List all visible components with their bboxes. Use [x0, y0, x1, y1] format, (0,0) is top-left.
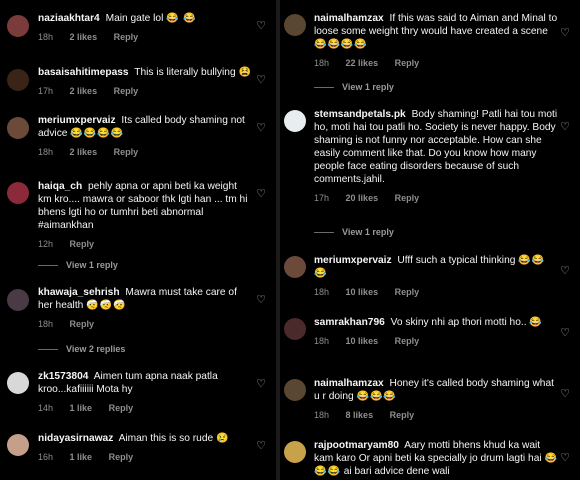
- comment-likes[interactable]: 2 likes: [70, 32, 98, 42]
- view-replies-link[interactable]: View 2 replies: [38, 344, 125, 354]
- comment-time: 18h: [38, 147, 54, 157]
- reply-button[interactable]: Reply: [109, 452, 134, 462]
- heart-icon[interactable]: ♡: [256, 73, 266, 86]
- comment-time: 18h: [38, 319, 54, 329]
- comment-emoji: 😂 😂: [166, 13, 197, 24]
- comment-username[interactable]: meriumxpervaiz: [38, 115, 116, 126]
- comment-likes[interactable]: 1 like: [70, 403, 93, 413]
- comment-likes[interactable]: 1 like: [70, 452, 93, 462]
- reply-button[interactable]: Reply: [70, 239, 95, 249]
- comment-likes[interactable]: 2 likes: [70, 86, 98, 96]
- comment-time: 18h: [314, 336, 330, 346]
- reply-button[interactable]: Reply: [109, 403, 134, 413]
- heart-icon[interactable]: ♡: [256, 293, 266, 306]
- avatar[interactable]: [7, 15, 29, 37]
- comment-emoji: 😂😂😂: [356, 391, 397, 402]
- comment-username[interactable]: zk1573804: [38, 371, 88, 382]
- comment-text: This is literally bullying: [134, 67, 236, 78]
- comment-time: 14h: [38, 403, 54, 413]
- view-replies-link[interactable]: View 1 reply: [314, 227, 394, 237]
- comment-text: Body shaming! Patli hai tou moti ho, mot…: [314, 109, 558, 185]
- heart-icon[interactable]: ♡: [256, 121, 266, 134]
- comment-username[interactable]: haiqa_ch: [38, 181, 82, 192]
- replies-divider-line: [38, 265, 58, 267]
- comment-likes[interactable]: 8 likes: [346, 410, 374, 420]
- comment-text: Ufff such a typical thinking: [397, 255, 516, 266]
- comment-username[interactable]: naziaakhtar4: [38, 13, 100, 24]
- reply-button[interactable]: Reply: [395, 193, 420, 203]
- comment-time: 16h: [38, 452, 54, 462]
- avatar[interactable]: [7, 182, 29, 204]
- avatar[interactable]: [284, 256, 306, 278]
- reply-button[interactable]: Reply: [390, 410, 415, 420]
- comment-username[interactable]: rajpootmaryam80: [314, 440, 399, 451]
- replies-divider-line: [314, 87, 334, 89]
- reply-button[interactable]: Reply: [114, 32, 139, 42]
- comment-time: 17h: [314, 193, 330, 203]
- comment-time: 18h: [314, 58, 330, 68]
- avatar[interactable]: [7, 69, 29, 91]
- comment-emoji: 😂😂😂😂: [314, 39, 368, 50]
- comment-time: 12h: [38, 239, 54, 249]
- comment-username[interactable]: naimalhamzax: [314, 13, 384, 24]
- avatar[interactable]: [7, 434, 29, 456]
- avatar[interactable]: [7, 117, 29, 139]
- comment-username[interactable]: khawaja_sehrish: [38, 287, 120, 298]
- comment-time: 18h: [38, 32, 54, 42]
- avatar[interactable]: [284, 110, 306, 132]
- comment-emoji: 😫: [238, 67, 252, 78]
- heart-icon[interactable]: ♡: [560, 264, 570, 277]
- avatar[interactable]: [284, 318, 306, 340]
- comment-text: Vo skiny nhi ap thori motti ho..: [390, 317, 527, 328]
- heart-icon[interactable]: ♡: [560, 326, 570, 339]
- reply-button[interactable]: Reply: [114, 147, 139, 157]
- heart-icon[interactable]: ♡: [560, 387, 570, 400]
- reply-button[interactable]: Reply: [395, 287, 420, 297]
- comment-likes[interactable]: 10 likes: [346, 287, 379, 297]
- replies-divider-line: [314, 232, 334, 234]
- comment-time: 18h: [314, 410, 330, 420]
- heart-icon[interactable]: ♡: [256, 377, 266, 390]
- comment-text: Aiman this is so rude: [118, 433, 214, 444]
- comment-text: Main gate lol: [105, 13, 164, 24]
- comment-username[interactable]: meriumxpervaiz: [314, 255, 392, 266]
- comment-emoji: 🤕🤕🤕: [86, 300, 127, 311]
- comment-likes[interactable]: 20 likes: [346, 193, 379, 203]
- comment-text-continued: ai bari advice dene wali: [343, 466, 450, 477]
- avatar[interactable]: [284, 441, 306, 463]
- reply-button[interactable]: Reply: [70, 319, 95, 329]
- avatar[interactable]: [284, 379, 306, 401]
- replies-divider-line: [38, 349, 58, 351]
- comment-time: 17h: [38, 86, 54, 96]
- reply-button[interactable]: Reply: [114, 86, 139, 96]
- comment-username[interactable]: naimalhamzax: [314, 378, 384, 389]
- comment-username[interactable]: samrakhan796: [314, 317, 385, 328]
- heart-icon[interactable]: ♡: [560, 451, 570, 464]
- comment-likes[interactable]: 22 likes: [346, 58, 379, 68]
- comment-emoji: 😂😂😂😂: [70, 128, 125, 139]
- comment-username[interactable]: stemsandpetals.pk: [314, 109, 406, 120]
- comment-emoji: 😂: [529, 317, 543, 328]
- left-comment-column: naziaakhtar4 Main gate lol 😂 😂 18h 2 lik…: [0, 0, 276, 480]
- avatar[interactable]: [7, 372, 29, 394]
- reply-button[interactable]: Reply: [395, 336, 420, 346]
- comment-likes[interactable]: 2 likes: [70, 147, 98, 157]
- avatar[interactable]: [284, 14, 306, 36]
- comment-likes[interactable]: 10 likes: [346, 336, 379, 346]
- comment-username[interactable]: basaisahitimepass: [38, 67, 129, 78]
- heart-icon[interactable]: ♡: [256, 187, 266, 200]
- heart-icon[interactable]: ♡: [560, 26, 570, 39]
- view-replies-link[interactable]: View 1 reply: [38, 260, 118, 270]
- comment-emoji: 😢: [216, 433, 230, 444]
- heart-icon[interactable]: ♡: [256, 439, 266, 452]
- comment-time: 18h: [314, 287, 330, 297]
- right-comment-column: naimalhamzax If this was said to Aiman a…: [280, 0, 580, 480]
- heart-icon[interactable]: ♡: [560, 120, 570, 133]
- comment-username[interactable]: nidayasirnawaz: [38, 433, 113, 444]
- heart-icon[interactable]: ♡: [256, 19, 266, 32]
- avatar[interactable]: [7, 289, 29, 311]
- reply-button[interactable]: Reply: [395, 58, 420, 68]
- view-replies-link[interactable]: View 1 reply: [314, 82, 394, 92]
